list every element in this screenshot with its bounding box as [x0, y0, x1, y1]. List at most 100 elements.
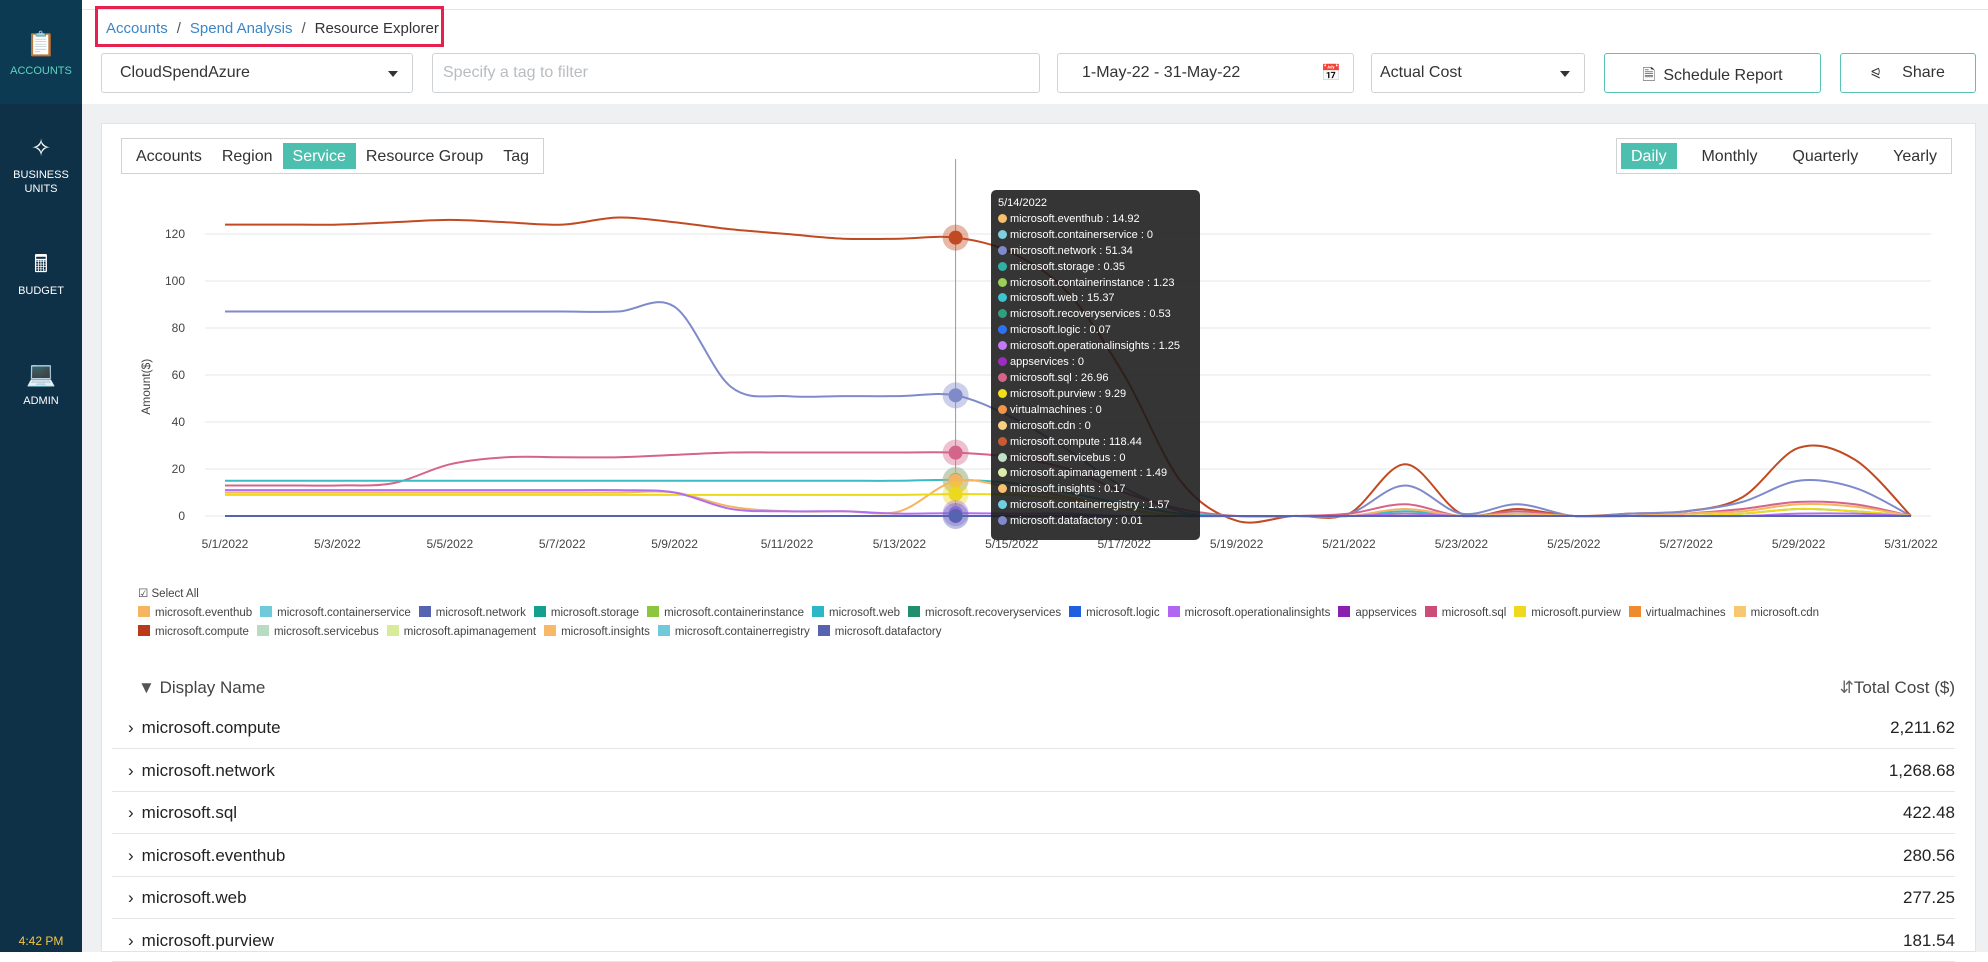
- breadcrumb-separator: /: [301, 20, 305, 37]
- date-range-picker[interactable]: 1-May-22 - 31-May-22📅: [1057, 53, 1354, 93]
- y-tick-label: 80: [172, 321, 186, 335]
- tooltip-item-label: microsoft.datafactory : 0.01: [1010, 515, 1143, 527]
- legend-item[interactable]: microsoft.storage: [534, 606, 639, 619]
- legend-item[interactable]: microsoft.operationalinsights: [1168, 606, 1331, 619]
- table-row[interactable]: ›microsoft.web277.25: [112, 877, 1955, 919]
- series-dot-icon: [998, 468, 1007, 477]
- table-row[interactable]: ›microsoft.compute2,211.62: [112, 707, 1955, 749]
- sidebar-item-business-units[interactable]: ✧BUSINESS UNITS: [0, 136, 82, 196]
- tooltip-item-label: microsoft.sql : 26.96: [1010, 372, 1108, 384]
- series-dot-icon: [998, 357, 1007, 366]
- table-row[interactable]: ›microsoft.sql422.48: [112, 792, 1955, 834]
- filter-icon: ▼: [138, 678, 155, 697]
- share-button[interactable]: ⪨Share: [1840, 53, 1976, 93]
- hover-point: [949, 388, 963, 402]
- total-cost-header[interactable]: ⇵Total Cost ($): [1840, 678, 1955, 698]
- series-dot-icon: [998, 421, 1007, 430]
- y-tick-label: 120: [165, 227, 185, 241]
- sidebar-item-admin[interactable]: 💻ADMIN: [0, 362, 82, 408]
- schedule-report-button[interactable]: 🗎 Schedule Report: [1604, 53, 1821, 93]
- legend-item[interactable]: virtualmachines: [1629, 606, 1726, 619]
- breadcrumb: Accounts/Spend Analysis/Resource Explore…: [95, 6, 444, 47]
- series-dot-icon: [998, 453, 1007, 462]
- series-dot-icon: [998, 500, 1007, 509]
- table-row[interactable]: ›microsoft.network1,268.68: [112, 750, 1955, 792]
- legend-swatch: [257, 625, 269, 636]
- hover-point: [949, 446, 963, 460]
- sidebar-item-accounts[interactable]: 📋ACCOUNTS: [0, 0, 82, 104]
- legend-item[interactable]: microsoft.datafactory: [818, 625, 942, 638]
- share-icon: ⪨: [1871, 64, 1880, 81]
- cost-type-select[interactable]: Actual Cost: [1371, 53, 1585, 93]
- chevron-down-icon: [1560, 71, 1570, 77]
- legend-item[interactable]: microsoft.servicebus: [257, 625, 379, 638]
- legend-swatch: [812, 606, 824, 617]
- x-tick-label: 5/3/2022: [314, 537, 361, 551]
- sidebar-label: BUDGET: [18, 285, 64, 297]
- tooltip-item-label: microsoft.servicebus : 0: [1010, 452, 1126, 464]
- legend-item[interactable]: microsoft.web: [812, 606, 900, 619]
- hover-point: [949, 487, 963, 501]
- legend-item[interactable]: microsoft.insights: [544, 625, 650, 638]
- legend-item[interactable]: microsoft.recoveryservices: [908, 606, 1061, 619]
- expand-chevron-icon[interactable]: ›: [128, 846, 134, 865]
- legend-swatch: [647, 606, 659, 617]
- tooltip-item: microsoft.recoveryservices : 0.53: [998, 307, 1193, 323]
- expand-chevron-icon[interactable]: ›: [128, 931, 134, 950]
- tooltip-item-label: appservices : 0: [1010, 356, 1084, 368]
- tooltip-item: microsoft.web : 15.37: [998, 291, 1193, 307]
- chart-tooltip: 5/14/2022 microsoft.eventhub : 14.92micr…: [991, 190, 1200, 540]
- schedule-label: Schedule Report: [1663, 67, 1782, 84]
- breadcrumb-separator: /: [177, 20, 181, 37]
- legend-item[interactable]: microsoft.containerregistry: [658, 625, 810, 638]
- legend-item[interactable]: appservices: [1338, 606, 1416, 619]
- legend-label: microsoft.recoveryservices: [925, 607, 1061, 619]
- legend-item[interactable]: microsoft.compute: [138, 625, 249, 638]
- checkbox-checked-icon: ☑: [138, 588, 148, 600]
- legend-item[interactable]: microsoft.purview: [1514, 606, 1620, 619]
- legend-label: microsoft.servicebus: [274, 626, 379, 638]
- account-select[interactable]: CloudSpendAzure: [101, 53, 413, 93]
- legend-item[interactable]: microsoft.eventhub: [138, 606, 252, 619]
- legend-label: microsoft.web: [829, 607, 900, 619]
- legend-label: microsoft.cdn: [1751, 607, 1819, 619]
- tooltip-item: microsoft.containerregistry : 1.57: [998, 498, 1193, 514]
- tooltip-item: virtualmachines : 0: [998, 403, 1193, 419]
- expand-chevron-icon[interactable]: ›: [128, 803, 134, 822]
- tag-filter-placeholder: Specify a tag to filter: [443, 64, 588, 81]
- legend-swatch: [1069, 606, 1081, 617]
- legend-item[interactable]: microsoft.containerinstance: [647, 606, 804, 619]
- table-row[interactable]: ›microsoft.eventhub280.56: [112, 835, 1955, 877]
- select-all-checkbox[interactable]: ☑ Select All: [138, 586, 1819, 600]
- tooltip-item: microsoft.cdn : 0: [998, 419, 1193, 435]
- series-dot-icon: [998, 389, 1007, 398]
- breadcrumb-spend-analysis[interactable]: Spend Analysis: [190, 20, 293, 37]
- table-row[interactable]: ›microsoft.purview181.54: [112, 920, 1955, 962]
- legend-item[interactable]: microsoft.cdn: [1734, 606, 1819, 619]
- service-name: microsoft.eventhub: [142, 846, 286, 865]
- legend-item[interactable]: microsoft.apimanagement: [387, 625, 536, 638]
- legend-swatch: [138, 625, 150, 636]
- expand-chevron-icon[interactable]: ›: [128, 718, 134, 737]
- tag-filter-input[interactable]: Specify a tag to filter: [432, 53, 1040, 93]
- breadcrumb-accounts[interactable]: Accounts: [106, 20, 168, 37]
- hover-point: [949, 231, 963, 245]
- tooltip-item-label: microsoft.insights : 0.17: [1010, 483, 1126, 495]
- series-dot-icon: [998, 214, 1007, 223]
- legend-item[interactable]: microsoft.network: [419, 606, 526, 619]
- legend-swatch: [1425, 606, 1437, 617]
- sidebar-item-budget[interactable]: 🖩BUDGET: [0, 252, 82, 298]
- legend-item[interactable]: microsoft.containerservice: [260, 606, 411, 619]
- expand-chevron-icon[interactable]: ›: [128, 888, 134, 907]
- expand-chevron-icon[interactable]: ›: [128, 761, 134, 780]
- display-name-header[interactable]: ▼ Display Name: [138, 678, 265, 697]
- schedule-icon: 🗎: [1642, 67, 1655, 84]
- series-dot-icon: [998, 516, 1007, 525]
- y-tick-label: 20: [172, 462, 186, 476]
- tooltip-item-label: microsoft.containerservice : 0: [1010, 229, 1153, 241]
- tooltip-item-label: microsoft.web : 15.37: [1010, 292, 1115, 304]
- legend-item[interactable]: microsoft.sql: [1425, 606, 1507, 619]
- sort-icon: ⇵: [1840, 678, 1854, 697]
- tooltip-item-label: microsoft.containerregistry : 1.57: [1010, 499, 1170, 511]
- legend-item[interactable]: microsoft.logic: [1069, 606, 1160, 619]
